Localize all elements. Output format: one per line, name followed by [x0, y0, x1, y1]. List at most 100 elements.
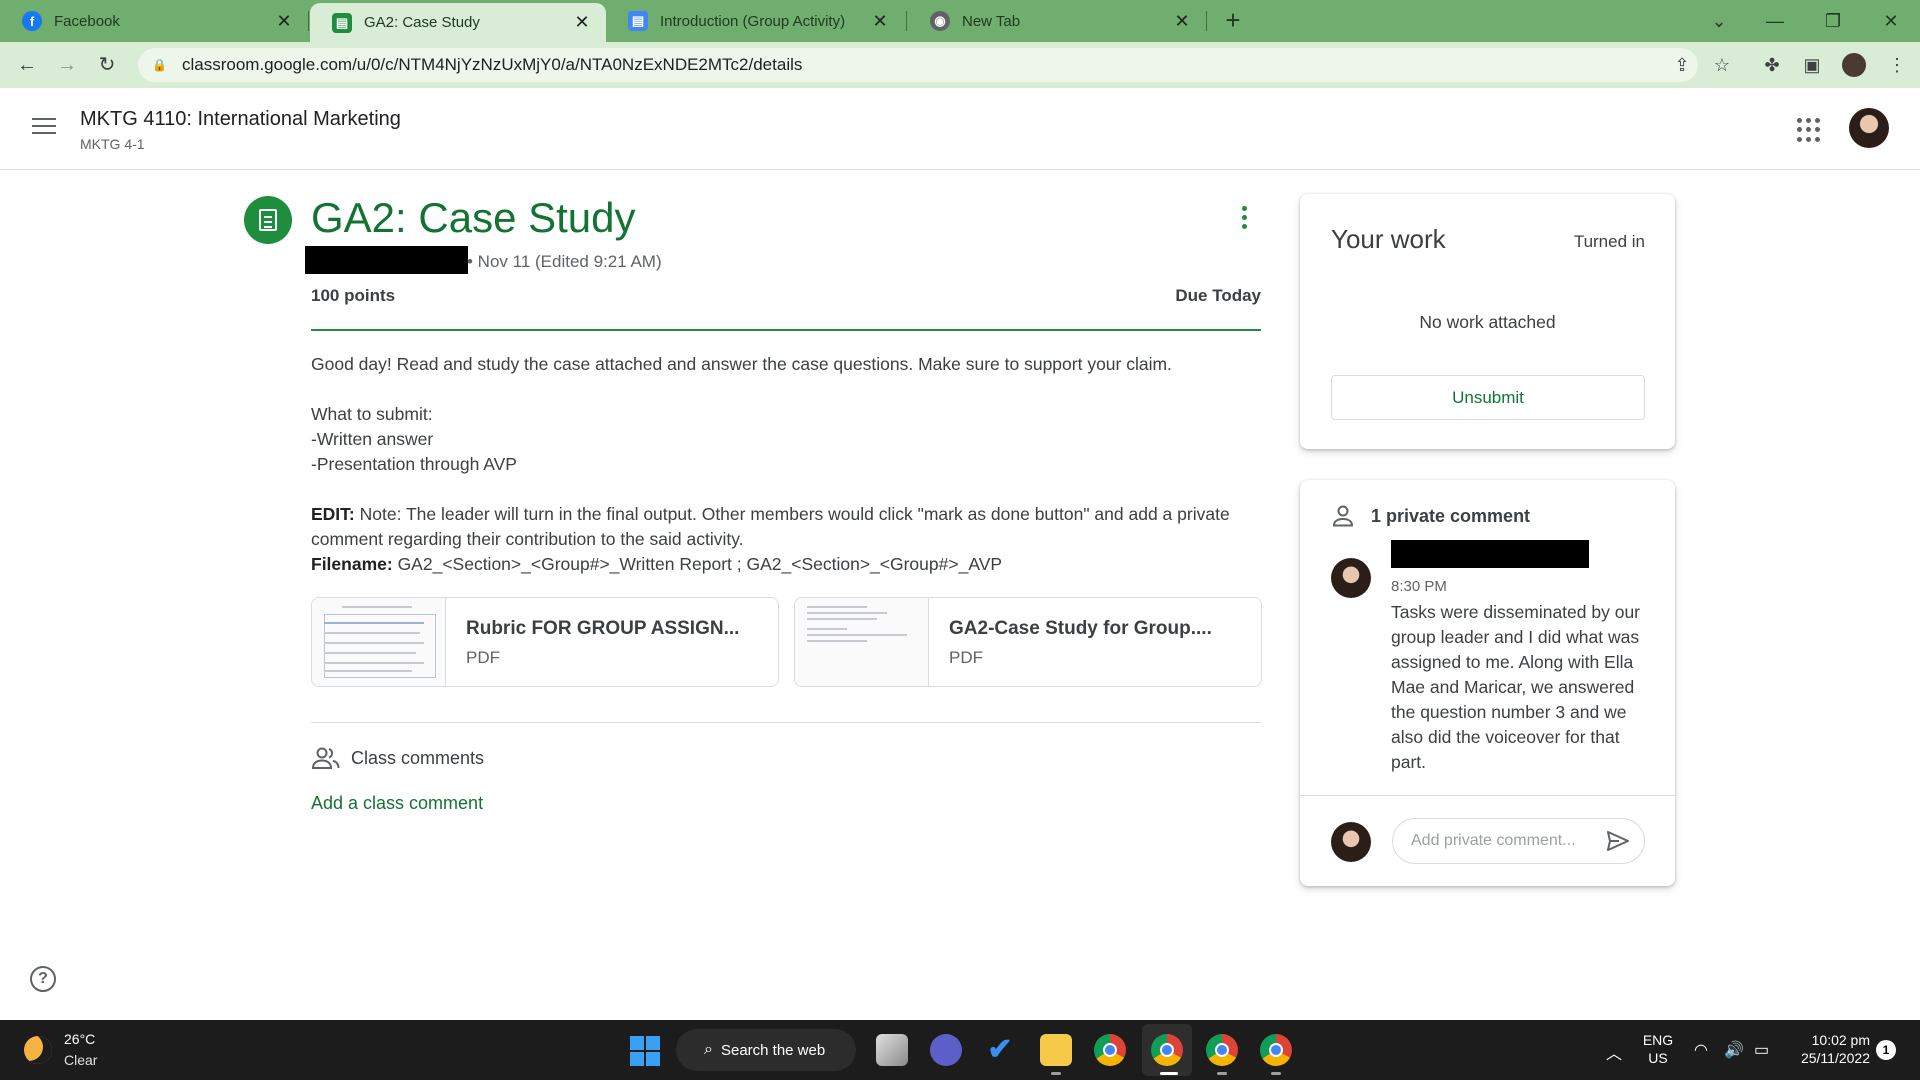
classroom-icon: ▤	[332, 12, 352, 33]
tab-facebook[interactable]: f Facebook ✕	[0, 0, 308, 42]
instruction-line: -Written answer	[311, 429, 434, 449]
chrome-profile-icon[interactable]	[1206, 1034, 1238, 1066]
running-indicator	[1271, 1072, 1281, 1075]
attachment-name: Rubric FOR GROUP ASSIGN...	[466, 618, 740, 639]
taskbar-search-label: Search the web	[720, 1041, 826, 1059]
extensions-puzzle-icon[interactable]: ✤	[1757, 50, 1787, 80]
browser-menu-icon[interactable]: ⋮	[1882, 50, 1912, 80]
address-bar[interactable]: 🔒 classroom.google.com/u/0/c/NTM4NjYzNzU…	[138, 48, 1698, 82]
tab-new-tab[interactable]: ◉ New Tab ✕	[908, 0, 1206, 42]
attachment-case-study[interactable]: GA2-Case Study for Group.... PDF	[794, 597, 1262, 687]
unsubmit-button[interactable]: Unsubmit	[1331, 375, 1645, 420]
pdf-thumbnail	[795, 598, 929, 686]
battery-icon[interactable]: ▭	[1754, 1040, 1769, 1060]
submission-status: Turned in	[1573, 232, 1645, 251]
lock-icon: 🔒	[152, 58, 167, 72]
notification-badge[interactable]: 1	[1876, 1040, 1896, 1060]
class-comments-label: Class comments	[351, 748, 485, 768]
main-menu-icon[interactable]	[32, 118, 56, 136]
edit-note: EDIT: Note: The leader will turn in the …	[311, 502, 1261, 552]
language-indicator[interactable]: ENG US	[1640, 1031, 1676, 1067]
task-view-icon[interactable]	[876, 1034, 908, 1066]
redacted-commenter-name	[1391, 540, 1589, 568]
tab-search-chevron-icon[interactable]: ⌄	[1696, 4, 1742, 38]
restore-icon[interactable]: ❐	[1810, 4, 1856, 38]
forward-arrow-icon[interactable]: →	[52, 50, 82, 80]
classroom-header: MKTG 4110: International Marketing MKTG …	[0, 88, 1920, 170]
assignment-instructions: Good day! Read and study the case attach…	[311, 352, 1261, 577]
tab-label: GA2: Case Study	[364, 14, 480, 31]
pdf-thumbnail	[312, 598, 446, 686]
person-icon	[1332, 505, 1354, 527]
show-hidden-icons-chevron-icon[interactable]: ︿	[1606, 1040, 1622, 1064]
chrome-profile-icon[interactable]	[1260, 1034, 1292, 1066]
divider	[311, 722, 1261, 723]
url-text: classroom.google.com/u/0/c/NTM4NjYzNzUxM…	[182, 55, 803, 74]
your-work-title: Your work	[1331, 224, 1446, 254]
share-icon[interactable]: ⇪	[1667, 50, 1697, 80]
new-tab-plus-icon[interactable]: +	[1218, 6, 1248, 36]
wifi-icon[interactable]: ◠	[1694, 1040, 1708, 1060]
tab-ga2-case-study[interactable]: ▤ GA2: Case Study ✕	[310, 3, 606, 42]
tab-separator	[308, 11, 309, 31]
tab-label: New Tab	[962, 12, 1021, 30]
taskbar: 26°C Clear ⌕ Search the web ✔ ︿ ENG US ◠…	[0, 1020, 1920, 1080]
active-indicator	[1160, 1072, 1178, 1075]
assignment-icon	[244, 196, 292, 244]
more-options-icon[interactable]	[1232, 206, 1256, 234]
close-icon[interactable]: ✕	[572, 12, 592, 33]
google-apps-icon[interactable]	[1797, 118, 1821, 142]
redacted-author	[305, 246, 468, 274]
volume-icon[interactable]: 🔊	[1724, 1040, 1744, 1060]
add-class-comment-link[interactable]: Add a class comment	[311, 793, 483, 814]
close-icon[interactable]: ✕	[1172, 11, 1192, 32]
region-code: US	[1648, 1050, 1668, 1066]
side-panel-icon[interactable]: ▣	[1797, 50, 1827, 80]
help-icon[interactable]: ?	[30, 966, 56, 992]
tab-introduction-group-activity[interactable]: ▤ Introduction (Group Activity) ✕	[606, 0, 904, 42]
reload-icon[interactable]: ↻	[92, 50, 122, 80]
account-avatar[interactable]	[1849, 108, 1889, 148]
no-work-message: No work attached	[1419, 312, 1556, 332]
classroom-icon: ▤	[628, 11, 648, 31]
attachment-rubric[interactable]: Rubric FOR GROUP ASSIGN... PDF	[311, 597, 779, 687]
attachment-type: PDF	[466, 648, 500, 667]
comment-text: Tasks were disseminated by our group lea…	[1391, 602, 1640, 772]
close-icon[interactable]: ✕	[274, 11, 294, 32]
system-clock[interactable]: 10:02 pm 25/11/2022	[1790, 1031, 1870, 1067]
points: 100 points	[311, 286, 396, 305]
assignment-title: GA2: Case Study	[311, 194, 636, 241]
window-close-icon[interactable]: ✕	[1868, 4, 1914, 38]
search-icon: ⌕	[704, 1041, 713, 1058]
chrome-profile-icon[interactable]	[1151, 1034, 1183, 1066]
tab-separator	[906, 11, 907, 31]
divider	[311, 329, 1261, 331]
instruction-line: -Presentation through AVP	[311, 454, 517, 474]
course-title[interactable]: MKTG 4110: International Marketing	[80, 108, 401, 131]
your-work-card: Your work Turned in No work attached Uns…	[1300, 194, 1675, 449]
divider	[1300, 795, 1675, 796]
todo-check-icon[interactable]: ✔	[984, 1034, 1016, 1066]
attachment-name: GA2-Case Study for Group....	[949, 618, 1212, 639]
minimize-icon[interactable]: —	[1752, 4, 1798, 38]
send-icon[interactable]	[1606, 830, 1630, 852]
back-arrow-icon[interactable]: ←	[12, 50, 42, 80]
chrome-icon[interactable]	[1094, 1034, 1126, 1066]
filename-text: GA2_<Section>_<Group#>_Written Report ; …	[392, 554, 1003, 574]
teams-chat-icon[interactable]	[930, 1034, 962, 1066]
instruction-line: What to submit:	[311, 404, 433, 424]
tab-label: Facebook	[54, 12, 120, 30]
weather-temperature: 26°C	[64, 1031, 96, 1047]
windows-start-icon[interactable]	[630, 1036, 660, 1066]
filename-note: Filename: GA2_<Section>_<Group#>_Written…	[311, 552, 1261, 577]
edit-text: Note: The leader will turn in the final …	[311, 504, 1230, 549]
course-section: MKTG 4-1	[80, 136, 145, 152]
close-icon[interactable]: ✕	[870, 11, 890, 32]
taskbar-search[interactable]: ⌕ Search the web	[676, 1029, 856, 1071]
bookmark-star-icon[interactable]: ☆	[1707, 50, 1737, 80]
profile-avatar[interactable]	[1840, 51, 1868, 79]
file-explorer-icon[interactable]	[1040, 1034, 1072, 1066]
running-indicator	[1217, 1072, 1227, 1075]
browser-tab-strip: f Facebook ✕ ▤ GA2: Case Study ✕ ▤ Intro…	[0, 0, 1920, 42]
moon-weather-icon[interactable]	[24, 1036, 52, 1064]
